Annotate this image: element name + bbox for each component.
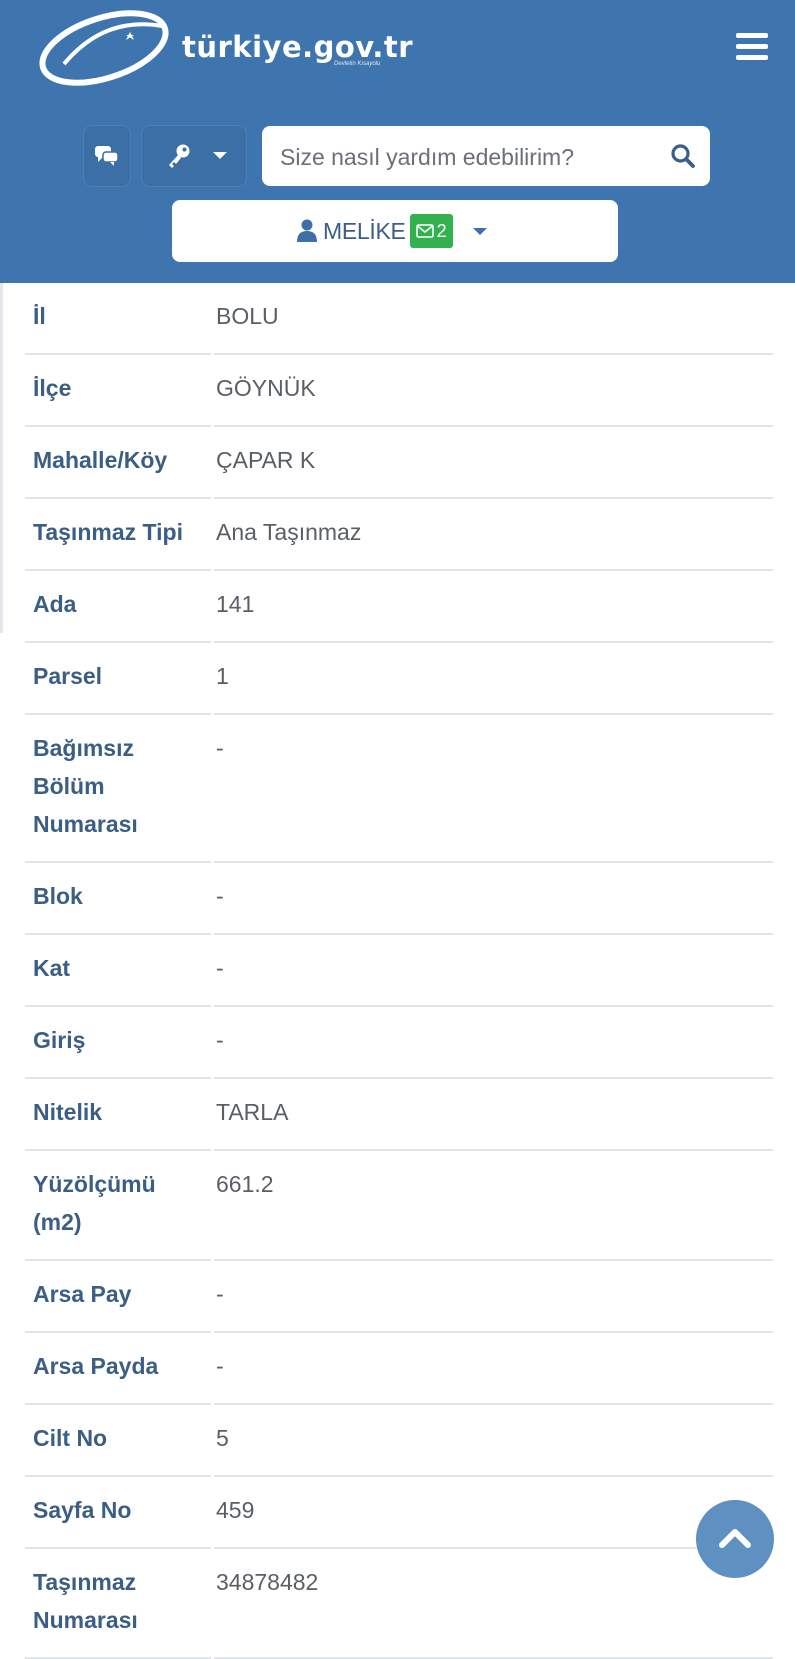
detail-label: Taşınmaz Tipi — [33, 519, 183, 545]
side-scroll-edge — [0, 283, 3, 633]
detail-value: 5 — [216, 1425, 229, 1451]
search-icon[interactable] — [670, 143, 696, 169]
detail-row: Nitelik TARLA — [25, 1079, 773, 1151]
detail-label: Arsa Payda — [33, 1353, 159, 1379]
detail-row: Arsa Payda - — [25, 1333, 773, 1405]
detail-value: 34878482 — [216, 1569, 319, 1595]
detail-row: Giriş - — [25, 1007, 773, 1079]
detail-value: 1 — [216, 663, 229, 689]
user-icon — [297, 219, 317, 242]
hamburger-menu-icon[interactable] — [736, 33, 768, 63]
detail-row: Taşınmaz Numarası 34878482 — [25, 1549, 773, 1659]
detail-label: Arsa Pay — [33, 1281, 132, 1307]
detail-value: - — [216, 955, 224, 981]
detail-label: Ada — [33, 591, 77, 617]
detail-row: Parsel 1 — [25, 643, 773, 715]
detail-row: Sayfa No 459 — [25, 1477, 773, 1549]
chevron-down-icon — [213, 152, 227, 159]
detail-label: Giriş — [33, 1027, 86, 1053]
user-account-button[interactable]: MELİKE 2 — [172, 200, 618, 262]
access-dropdown-button[interactable] — [142, 126, 246, 186]
detail-label: İl — [33, 303, 46, 329]
detail-value: - — [216, 1281, 224, 1307]
detail-label: Mahalle/Köy — [33, 447, 168, 473]
detail-row: Yüzölçümü (m2) 661.2 — [25, 1151, 773, 1261]
detail-row: Bağımsız Bölüm Numarası - — [25, 715, 773, 863]
site-header: türkiye.gov.tr Devletin Kısayolu Size na… — [0, 0, 795, 283]
detail-value: - — [216, 735, 224, 761]
envelope-icon — [415, 224, 434, 238]
chat-icon — [95, 146, 119, 166]
detail-label: Kat — [33, 955, 71, 981]
property-details-table: İl BOLU İlçe GÖYNÜK Mahalle/Köy ÇAPAR K Taşınm… — [25, 283, 773, 1659]
detail-value: 459 — [216, 1497, 255, 1523]
detail-value: BOLU — [216, 303, 279, 329]
detail-value: ÇAPAR K — [216, 447, 316, 473]
user-name: MELİKE — [323, 217, 406, 244]
detail-row: Cilt No 5 — [25, 1405, 773, 1477]
detail-label: Parsel — [33, 663, 103, 689]
search-box — [262, 126, 710, 186]
detail-label: Taşınmaz Numarası — [33, 1569, 138, 1633]
detail-value: - — [216, 883, 224, 909]
detail-row: İlçe GÖYNÜK — [25, 355, 773, 427]
detail-value: - — [216, 1027, 224, 1053]
detail-label: Cilt No — [33, 1425, 108, 1451]
detail-row: Taşınmaz Tipi Ana Taşınmaz — [25, 499, 773, 571]
message-badge[interactable]: 2 — [409, 214, 453, 248]
turkiye-gov-logo[interactable]: türkiye.gov.tr Devletin Kısayolu — [34, 6, 413, 90]
detail-row: Mahalle/Köy ÇAPAR K — [25, 427, 773, 499]
detail-label: İlçe — [33, 375, 72, 401]
detail-row: Blok - — [25, 863, 773, 935]
detail-label: Sayfa No — [33, 1497, 132, 1523]
detail-value: - — [216, 1353, 224, 1379]
search-input[interactable] — [278, 136, 662, 178]
detail-label: Blok — [33, 883, 83, 909]
detail-label: Bağımsız Bölüm Numarası — [33, 735, 138, 837]
detail-row: İl BOLU — [25, 283, 773, 355]
brand-name: türkiye.gov.tr — [182, 30, 414, 64]
detail-label: Yüzölçümü (m2) — [33, 1171, 156, 1235]
chevron-down-icon — [472, 227, 487, 235]
detail-value: TARLA — [216, 1099, 289, 1125]
detail-row: Kat - — [25, 935, 773, 1007]
detail-row: Ada 141 — [25, 571, 773, 643]
message-count: 2 — [436, 220, 447, 241]
chat-button[interactable] — [84, 126, 130, 186]
chevron-up-icon — [719, 1529, 751, 1548]
detail-value: Ana Taşınmaz — [216, 519, 362, 545]
detail-label: Nitelik — [33, 1099, 103, 1125]
scroll-to-top-button[interactable] — [696, 1500, 774, 1578]
logo-swoosh-icon — [39, 10, 169, 86]
detail-row: Arsa Pay - — [25, 1261, 773, 1333]
detail-value: 141 — [216, 591, 255, 617]
detail-value: 661.2 — [216, 1171, 274, 1197]
detail-value: GÖYNÜK — [216, 375, 316, 401]
brand-tagline: Devletin Kısayolu — [334, 61, 381, 67]
key-icon — [169, 144, 190, 168]
